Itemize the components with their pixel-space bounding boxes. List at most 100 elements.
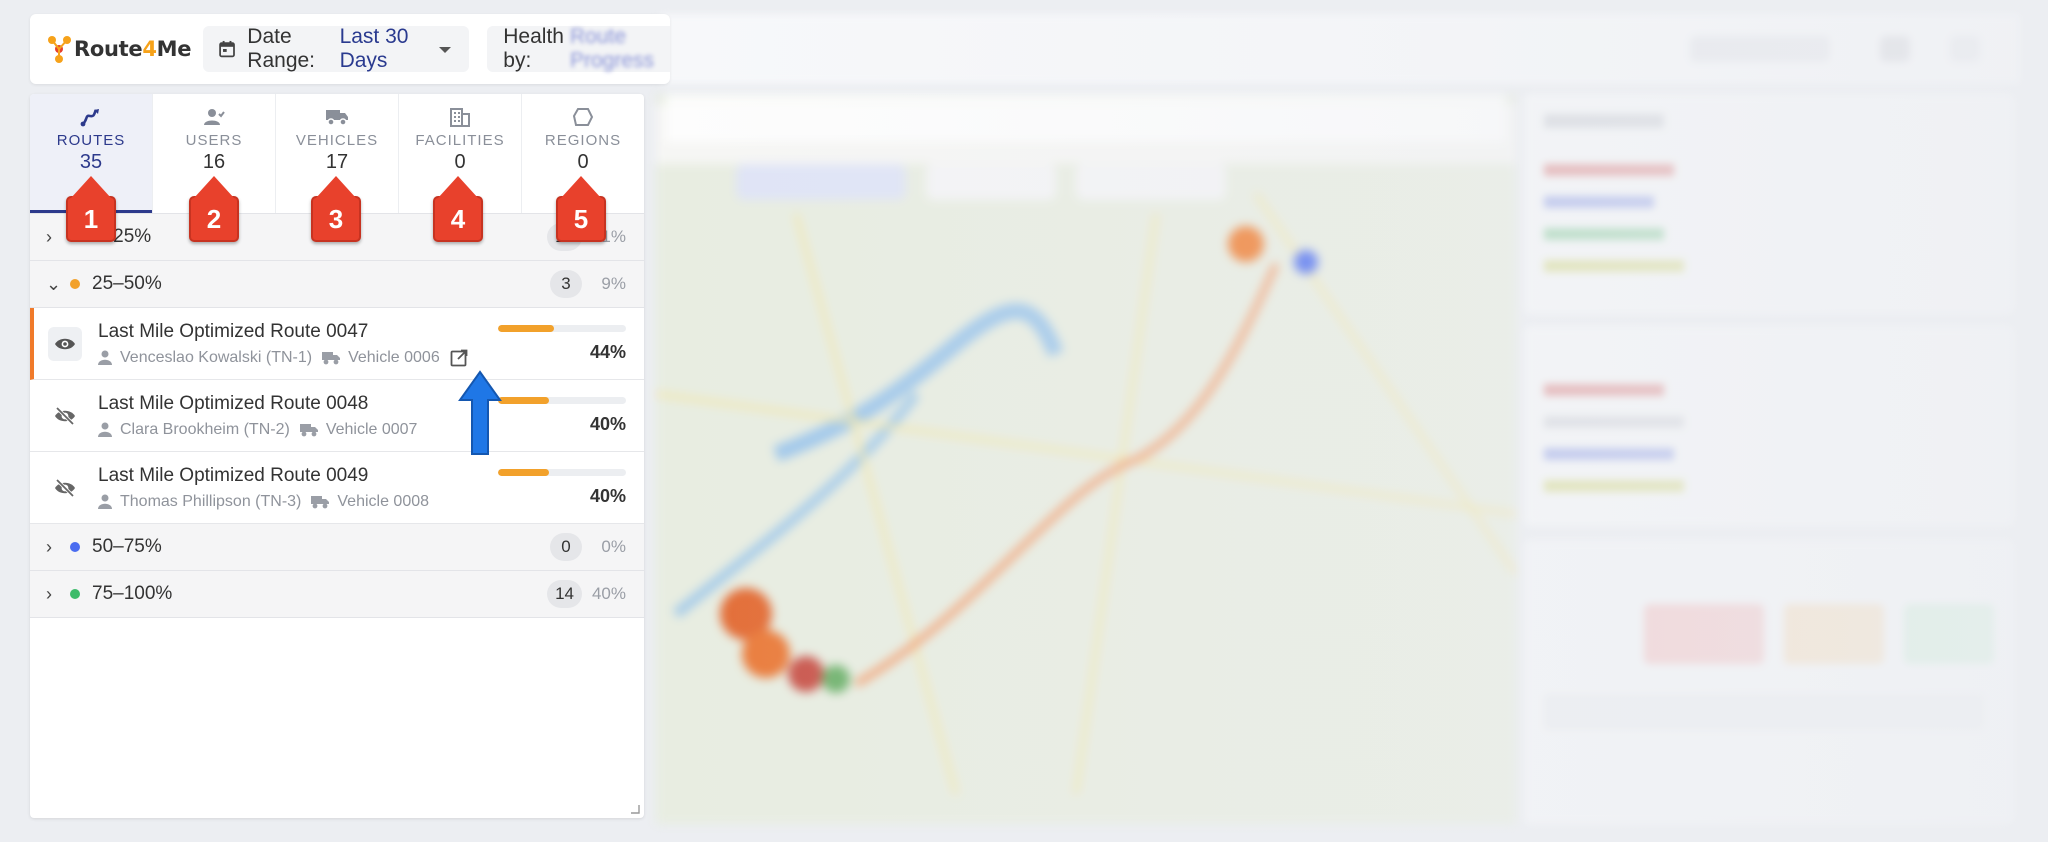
tab-label: ROUTES	[56, 132, 126, 149]
truck-icon	[322, 351, 341, 364]
group-percent: 40%	[591, 584, 626, 603]
chevron-right-icon: ›	[46, 583, 52, 604]
progress-fill	[498, 324, 555, 332]
group-row-50-75[interactable]: › 50–75% 0 0%	[30, 524, 644, 571]
tab-count: 16	[202, 151, 226, 173]
truck-icon	[299, 423, 318, 436]
logo-mark-icon	[48, 36, 71, 63]
route-driver: Thomas Phillipson (TN-3)	[120, 492, 302, 510]
route-row[interactable]: Last Mile Optimized Route 0047 Venceslao…	[30, 308, 644, 380]
group-label: 75–100%	[92, 583, 173, 604]
route-meta: Clara Brookheim (TN-2) Vehicle 0007	[98, 421, 496, 439]
route-info: Last Mile Optimized Route 0047 Venceslao…	[98, 321, 496, 367]
group-row-25-50[interactable]: ⌄ 25–50% 3 9%	[30, 261, 644, 308]
group-count: 0	[550, 533, 582, 561]
health-selector[interactable]: Health by: Route Progress	[487, 25, 670, 72]
eye-icon	[55, 338, 75, 349]
progress-bar	[498, 468, 626, 476]
truck-icon	[325, 104, 349, 130]
chevron-down-icon: ⌄	[46, 273, 62, 294]
top-bar: Route4Me Date Range: Last 30 Days Health…	[30, 14, 670, 84]
building-icon	[449, 104, 471, 130]
progress-fill	[498, 468, 550, 476]
map-view[interactable]	[656, 94, 1516, 824]
truck-icon	[311, 495, 330, 508]
person-icon	[98, 350, 112, 365]
route-vehicle: Vehicle 0007	[299, 420, 418, 439]
callout-badge-5: 5	[556, 192, 606, 242]
users-icon	[203, 104, 225, 130]
callout-badge-2: 2	[189, 192, 239, 242]
route-icon	[80, 104, 102, 130]
summary-panel	[1524, 94, 2024, 824]
status-dot	[70, 542, 80, 552]
tab-label: REGIONS	[544, 132, 622, 149]
visibility-toggle[interactable]	[48, 471, 82, 505]
health-label: Health by:	[503, 25, 564, 72]
route-vehicle: Vehicle 0008	[311, 493, 429, 511]
chevron-down-icon	[439, 47, 452, 53]
group-label: 25–50%	[92, 273, 162, 294]
calendar-icon	[219, 40, 236, 58]
group-percent: 9%	[601, 274, 626, 293]
tab-count: 0	[577, 151, 589, 173]
group-label: 50–75%	[92, 536, 162, 557]
progress-bar	[498, 324, 626, 332]
open-external-icon[interactable]	[450, 349, 476, 367]
callout-badge-4: 4	[433, 192, 483, 242]
route4me-logo[interactable]: Route4Me	[46, 34, 191, 64]
progress-fill	[498, 396, 550, 404]
health-value: Route Progress	[569, 25, 654, 72]
route-progress: 44%	[496, 324, 644, 363]
eye-off-icon	[55, 406, 75, 425]
status-dot	[70, 279, 80, 289]
route-title: Last Mile Optimized Route 0047	[98, 320, 369, 342]
group-count: 3	[550, 270, 582, 298]
progress-bar	[498, 396, 626, 404]
vehicle-name: Vehicle 0008	[337, 492, 430, 510]
chevron-right-icon: ›	[46, 536, 52, 557]
visibility-toggle[interactable]	[48, 326, 82, 361]
progress-percent: 40%	[589, 413, 626, 434]
resize-handle-icon[interactable]	[630, 804, 640, 814]
date-range-selector[interactable]: Date Range: Last 30 Days	[203, 25, 470, 72]
tab-label: VEHICLES	[295, 132, 379, 149]
route-info: Last Mile Optimized Route 0049 Thomas Ph…	[98, 465, 496, 511]
eye-off-icon	[55, 478, 75, 497]
tab-count: 17	[325, 151, 349, 173]
route-meta: Thomas Phillipson (TN-3) Vehicle 0008	[98, 493, 496, 511]
chevron-right-icon: ›	[46, 226, 52, 247]
pointer-arrow-icon	[458, 370, 502, 455]
route-title: Last Mile Optimized Route 0049	[98, 464, 369, 486]
route-driver: Clara Brookheim (TN-2)	[120, 420, 290, 438]
tab-label: USERS	[185, 132, 243, 149]
callout-badge-1: 1	[66, 192, 116, 242]
progress-percent: 40%	[589, 485, 626, 506]
date-range-value: Last 30 Days	[339, 25, 409, 72]
logo-text: Route4Me	[74, 37, 192, 61]
visibility-toggle[interactable]	[48, 399, 82, 433]
vehicle-name: Vehicle 0007	[325, 420, 418, 438]
region-icon	[572, 104, 594, 130]
group-row-75-100[interactable]: › 75–100% 14 40%	[30, 571, 644, 618]
vehicle-name: Vehicle 0006	[348, 348, 440, 366]
person-icon	[98, 422, 112, 437]
route-meta: Venceslao Kowalski (TN-1) Vehicle 0006	[98, 349, 496, 367]
top-toolbar-right	[660, 14, 2020, 84]
route-progress: 40%	[496, 468, 644, 507]
route-row[interactable]: Last Mile Optimized Route 0048 Clara Bro…	[30, 380, 644, 452]
tab-label: FACILITIES	[415, 132, 505, 149]
route-info: Last Mile Optimized Route 0048 Clara Bro…	[98, 393, 496, 439]
status-dot	[70, 589, 80, 599]
route-row[interactable]: Last Mile Optimized Route 0049 Thomas Ph…	[30, 452, 644, 524]
tab-count: 0	[454, 151, 466, 173]
progress-percent: 44%	[589, 341, 626, 362]
route-title: Last Mile Optimized Route 0048	[98, 392, 369, 414]
group-percent: 0%	[601, 537, 626, 556]
route-progress: 40%	[496, 396, 644, 435]
route-vehicle: Vehicle 0006	[322, 349, 476, 367]
group-count: 14	[547, 580, 582, 608]
date-range-label: Date Range:	[247, 25, 316, 72]
callout-badge-3: 3	[311, 192, 361, 242]
person-icon	[98, 494, 112, 509]
